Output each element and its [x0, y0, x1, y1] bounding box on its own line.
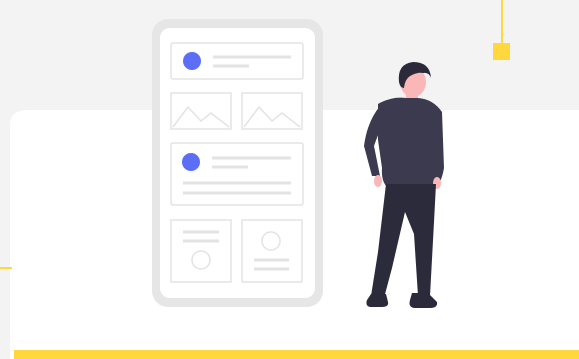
phone-wireframe — [152, 19, 323, 307]
illustration-scene — [0, 0, 579, 359]
yellow-bottom-bar — [14, 350, 579, 359]
avatar-dot — [182, 153, 200, 171]
illustration-svg — [0, 0, 579, 359]
avatar-dot — [183, 52, 201, 70]
person-left-hand — [374, 175, 382, 187]
yellow-square — [493, 43, 510, 60]
